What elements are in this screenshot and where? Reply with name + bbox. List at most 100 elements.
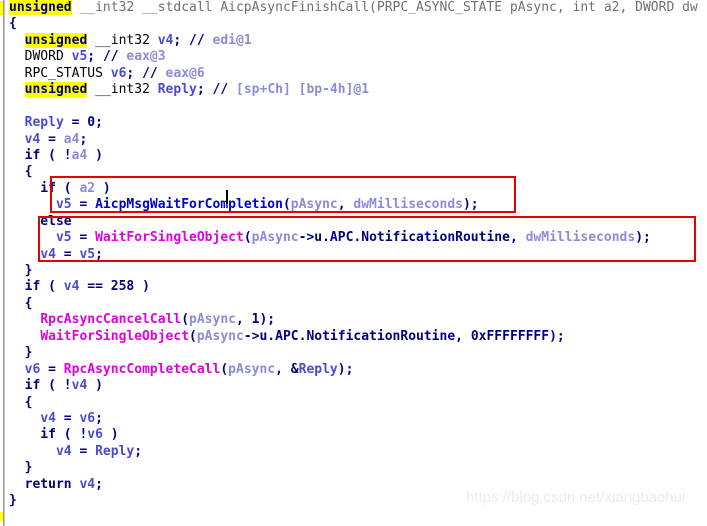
- code-line[interactable]: v6 = RpcAsyncCompleteCall(pAsync, &Reply…: [9, 362, 707, 378]
- code-line[interactable]: v5 = WaitForSingleObject(pAsync->u.APC.N…: [9, 230, 707, 246]
- code-token: Reply: [157, 82, 197, 98]
- code-token: pAsync: [251, 230, 299, 246]
- code-token: RpcAsyncCompleteCall: [63, 361, 221, 377]
- code-token: }: [9, 493, 17, 509]
- code-line[interactable]: }: [9, 460, 707, 476]
- code-token: unsigned: [9, 0, 72, 15]
- gutter-marker-top[interactable]: [0, 1, 3, 15]
- code-token: v4: [71, 378, 88, 394]
- code-token: unsigned: [24, 82, 88, 98]
- code-token: if (: [9, 279, 64, 295]
- code-token: DWORD: [9, 49, 72, 65]
- code-token: {: [9, 16, 17, 32]
- code-line[interactable]: {: [9, 164, 707, 180]
- code-token: ,: [236, 312, 252, 328]
- code-line[interactable]: {: [9, 16, 707, 32]
- code-token: ;: [95, 410, 103, 426]
- code-token: {: [9, 394, 33, 410]
- code-token: ): [87, 147, 103, 163]
- code-line[interactable]: v4 = v5;: [9, 247, 707, 263]
- code-line[interactable]: unsigned __int32 __stdcall AicpAsyncFini…: [9, 0, 707, 16]
- code-line[interactable]: Reply = 0;: [9, 115, 707, 131]
- code-token: ;: [173, 32, 190, 48]
- code-token: __int32 __stdcall AicpAsyncFinishCall(PR…: [71, 0, 698, 15]
- code-token: 258: [110, 279, 135, 295]
- code-line[interactable]: RpcAsyncCancelCall(pAsync, 1);: [9, 312, 707, 328]
- code-token: v5: [55, 197, 72, 213]
- code-token: ): [95, 180, 111, 196]
- code-line[interactable]: v4 = v6;: [9, 411, 707, 427]
- code-line[interactable]: unsigned __int32 Reply; // [sp+Ch] [bp-4…: [9, 82, 707, 98]
- code-token: v4: [24, 131, 41, 147]
- code-token: v5: [71, 49, 88, 65]
- code-token: );: [462, 197, 479, 213]
- code-line[interactable]: {: [9, 395, 707, 411]
- code-token: __int32: [87, 32, 158, 48]
- code-token: =: [40, 131, 64, 147]
- code-token: ,: [455, 328, 471, 344]
- code-line[interactable]: v4 = a4;: [9, 132, 707, 148]
- code-token: }: [9, 460, 33, 476]
- code-token: v6: [79, 410, 96, 426]
- code-token: }: [9, 263, 33, 278]
- code-token: (: [282, 197, 291, 213]
- code-token: {: [9, 164, 33, 180]
- code-token: if ( !: [9, 427, 88, 443]
- code-line[interactable]: if ( a2 ): [9, 181, 707, 197]
- code-token: __int32: [87, 82, 158, 98]
- code-token: =: [71, 230, 96, 246]
- code-line[interactable]: if ( !v4 ): [9, 378, 707, 394]
- code-token: pAsync: [196, 328, 244, 344]
- code-line[interactable]: DWORD v5; // eax@3: [9, 49, 707, 65]
- code-token: (: [189, 328, 197, 344]
- code-line[interactable]: else: [9, 214, 707, 230]
- code-token: v4: [157, 32, 174, 48]
- code-token: v6: [110, 65, 127, 81]
- code-token: v4: [55, 443, 72, 459]
- code-line[interactable]: }: [9, 345, 707, 361]
- code-line[interactable]: v4 = Reply;: [9, 444, 707, 460]
- code-line[interactable]: WaitForSingleObject(pAsync->u.APC.Notifi…: [9, 329, 707, 345]
- code-token: v4: [79, 476, 96, 492]
- gutter-marker-bottom[interactable]: [0, 512, 3, 521]
- code-token: a4: [63, 131, 80, 147]
- code-token: (: [243, 230, 252, 246]
- code-token: return: [9, 476, 80, 492]
- code-line[interactable]: if ( !a4 ): [9, 148, 707, 164]
- code-token: else: [9, 213, 72, 229]
- code-token: v6: [24, 361, 41, 377]
- code-token: RpcAsyncCancelCall: [40, 312, 182, 328]
- code-token: v4: [40, 410, 56, 426]
- pseudocode-text[interactable]: unsigned __int32 __stdcall AicpAsyncFini…: [9, 0, 707, 510]
- code-line[interactable]: if ( v4 == 258 ): [9, 279, 707, 295]
- text-caret: [226, 190, 228, 204]
- code-token: );: [635, 230, 651, 246]
- code-token: ): [102, 427, 119, 443]
- code-line[interactable]: [9, 99, 707, 115]
- code-token: {: [9, 295, 33, 311]
- code-token: //: [142, 65, 158, 81]
- code-token: //: [102, 49, 119, 65]
- code-token: //: [189, 32, 205, 48]
- code-line[interactable]: unsigned __int32 v4; // edi@1: [9, 32, 707, 49]
- code-token: (: [220, 361, 229, 377]
- code-line[interactable]: v5 = AicpMsgWaitForCompletion(pAsync, dw…: [9, 197, 707, 213]
- code-line[interactable]: if ( !v6 ): [9, 427, 707, 443]
- code-token: a4: [71, 147, 88, 163]
- code-token: ;: [126, 65, 143, 81]
- code-token: =: [63, 115, 88, 131]
- code-token: pAsync: [228, 361, 276, 377]
- code-line[interactable]: }: [9, 263, 707, 279]
- pseudocode-window: unsigned __int32 __stdcall AicpAsyncFini…: [0, 0, 707, 526]
- code-token: ,: [509, 230, 526, 246]
- code-line[interactable]: {: [9, 296, 707, 312]
- code-line[interactable]: RPC_STATUS v6; // eax@6: [9, 66, 707, 82]
